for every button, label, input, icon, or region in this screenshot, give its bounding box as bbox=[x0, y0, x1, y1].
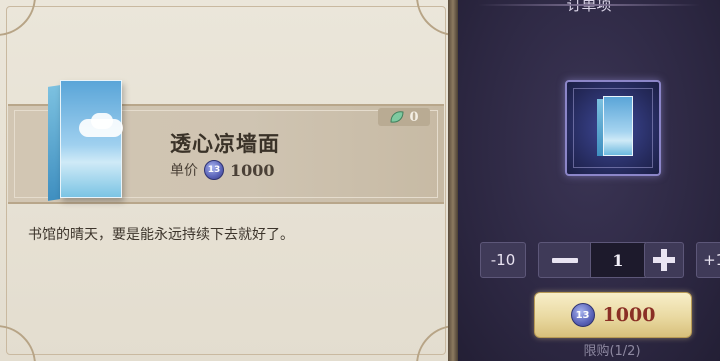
unit-price-value: 1000 bbox=[230, 160, 275, 180]
purchase-total: 1000 bbox=[602, 304, 656, 326]
leaf-icon bbox=[390, 111, 404, 123]
order-panel: 订单项 -10 1 +10 13 1000 限购(1/2) bbox=[458, 0, 720, 361]
unit-price-label: 单价 bbox=[170, 163, 198, 179]
plus-icon bbox=[653, 249, 675, 271]
currency-coin-icon: 13 bbox=[570, 303, 595, 327]
item-book-thumbnail bbox=[597, 96, 633, 156]
minus-icon bbox=[552, 257, 578, 263]
quantity-value[interactable]: 1 bbox=[590, 242, 646, 278]
order-title: 订单项 bbox=[566, 0, 612, 14]
corner-ornament bbox=[416, 0, 452, 36]
decrement-button[interactable] bbox=[538, 242, 592, 278]
unit-price-row: 单价 13 1000 bbox=[170, 160, 275, 180]
item-detail-panel: 0 透心凉墙面 单价 13 1000 书馆的晴天，要是能永远持续下去就好了。 bbox=[0, 0, 452, 361]
increment-button[interactable] bbox=[644, 242, 684, 278]
corner-ornament bbox=[0, 325, 36, 361]
minus-10-button[interactable]: -10 bbox=[480, 242, 526, 278]
plus-10-button[interactable]: +10 bbox=[696, 242, 720, 278]
item-description: 书馆的晴天，要是能永远持续下去就好了。 bbox=[28, 227, 294, 243]
item-name: 透心凉墙面 bbox=[170, 131, 280, 156]
item-preview-frame bbox=[565, 80, 661, 176]
currency-coin-icon: 13 bbox=[204, 160, 224, 180]
panel-divider bbox=[448, 0, 458, 361]
item-book-image bbox=[48, 80, 126, 201]
corner-ornament bbox=[416, 325, 452, 361]
title-ornament bbox=[478, 4, 700, 6]
purchase-limit: 限购(1/2) bbox=[583, 344, 641, 359]
favorite-count: 0 bbox=[409, 109, 419, 125]
favorite-badge: 0 bbox=[378, 108, 430, 126]
purchase-button[interactable]: 13 1000 bbox=[534, 292, 692, 338]
quantity-selector: -10 1 +10 bbox=[458, 242, 720, 278]
corner-ornament bbox=[0, 0, 36, 36]
